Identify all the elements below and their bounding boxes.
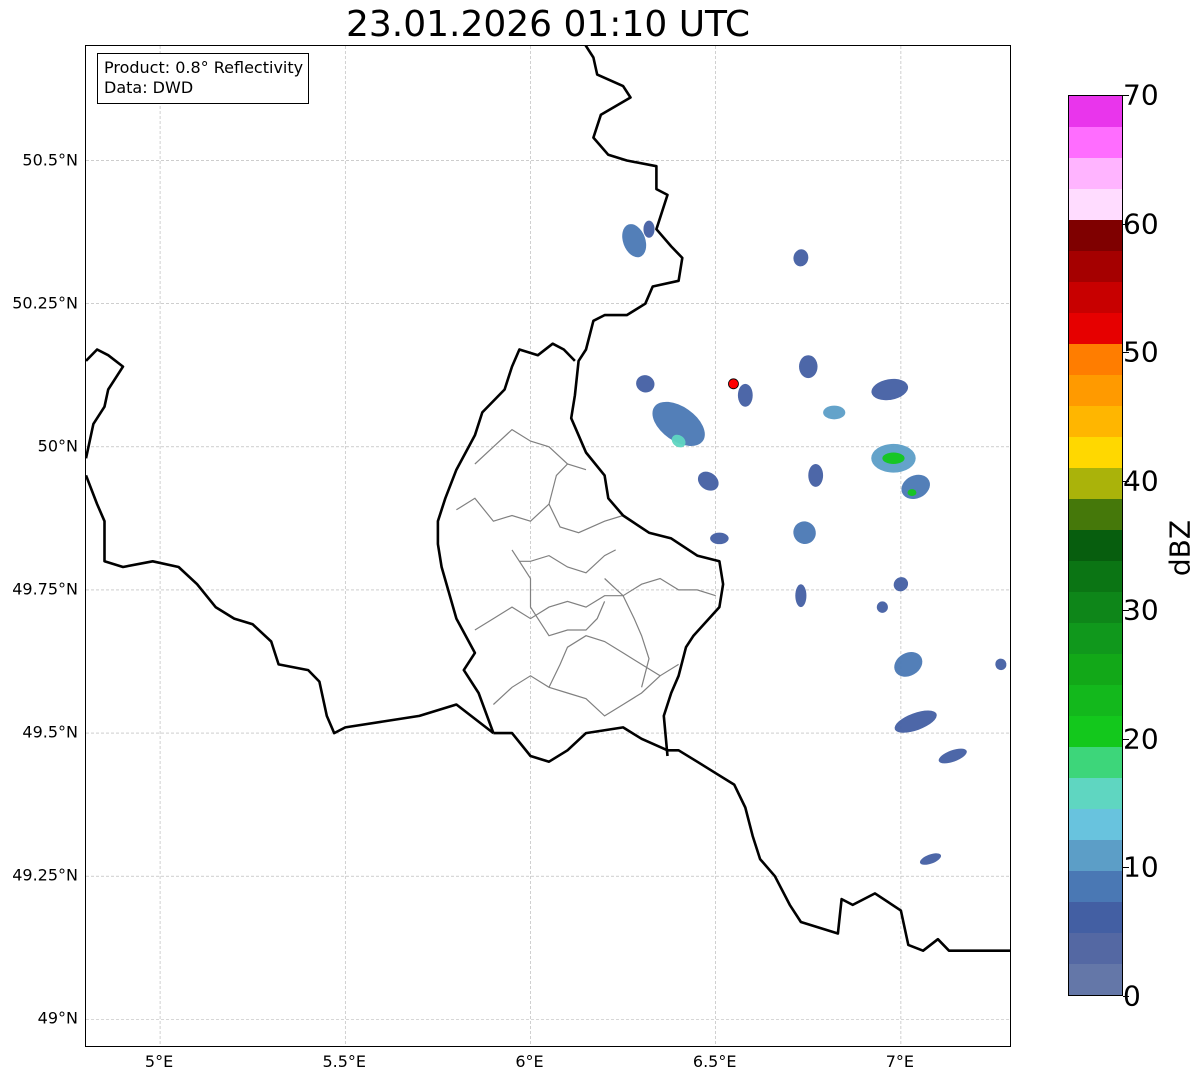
colorbar-step — [1069, 406, 1122, 437]
colorbar-step — [1069, 778, 1122, 809]
echo-cell — [938, 748, 967, 764]
country-border — [493, 726, 1010, 952]
country-border — [569, 46, 725, 757]
radar-site-layer — [728, 378, 739, 390]
colorbar-step — [1069, 716, 1122, 747]
echo-cell — [643, 220, 655, 238]
admin-border — [519, 549, 616, 574]
colorbar-label: dBZ — [1163, 519, 1197, 577]
echo-cell — [737, 383, 753, 407]
colorbar-step — [1069, 623, 1122, 654]
info-box: Product: 0.8° Reflectivity Data: DWD — [97, 53, 310, 104]
lon-tick-label: 7°E — [885, 1052, 915, 1071]
lon-tick-label: 6°E — [515, 1052, 544, 1071]
colorbar-step — [1069, 902, 1122, 933]
colorbar-step — [1069, 127, 1122, 158]
colorbar-step — [1069, 871, 1122, 902]
colorbar-step — [1069, 220, 1122, 251]
radar-echoes — [622, 220, 1007, 865]
echo-cell — [697, 471, 719, 491]
colorbar-tick-label: 50 — [1123, 335, 1159, 369]
echo-cell — [795, 584, 807, 608]
colorbar-step — [1069, 282, 1122, 313]
colorbar-tick-label: 30 — [1123, 593, 1159, 627]
colorbar-step — [1069, 964, 1122, 995]
colorbar-step — [1069, 654, 1122, 685]
lat-tick-label: 49.25°N — [12, 865, 78, 885]
lat-tick-label: 50°N — [37, 436, 78, 456]
echo-cell — [894, 710, 937, 733]
lon-tick-label: 5.5°E — [322, 1052, 367, 1071]
page-title: 23.01.2026 01:10 UTC — [345, 4, 751, 45]
radar-site-marker[interactable] — [728, 378, 739, 390]
lon-tick-label: 6.5°E — [692, 1052, 737, 1071]
map-canvas[interactable] — [86, 46, 1011, 1047]
admin-border — [511, 549, 606, 637]
colorbar-step — [1069, 96, 1122, 127]
lat-tick-label: 49.5°N — [22, 722, 78, 742]
admin-border — [548, 503, 624, 534]
echo-cell — [793, 249, 809, 267]
lon-tick-label: 5°E — [144, 1052, 174, 1071]
colorbar-tick-label: 20 — [1123, 722, 1159, 756]
admin-border — [492, 663, 679, 717]
colorbar-step — [1069, 499, 1122, 530]
colorbar-tick-label: 40 — [1123, 464, 1159, 498]
colorbar-tick-label: 10 — [1123, 850, 1159, 884]
echo-cell — [808, 463, 824, 487]
admin-border — [474, 577, 716, 631]
colorbar-tick-label: 60 — [1123, 207, 1159, 241]
colorbar-step — [1069, 158, 1122, 189]
gridlines — [86, 46, 1010, 1046]
admin-borders — [456, 428, 716, 717]
echo-cell — [894, 651, 923, 677]
admin-border — [456, 463, 568, 522]
admin-border — [604, 578, 650, 688]
colorbar-step — [1069, 747, 1122, 778]
colorbar-step — [1069, 375, 1122, 406]
colorbar-step — [1069, 437, 1122, 468]
echo-cell — [882, 452, 905, 464]
colorbar-step — [1069, 530, 1122, 561]
echo-cell — [871, 378, 909, 401]
echo-cell — [919, 853, 942, 865]
country-borders — [86, 46, 1010, 952]
colorbar-step — [1069, 468, 1122, 499]
colorbar — [1068, 95, 1123, 996]
echo-cell — [793, 521, 816, 544]
colorbar-tick-label: 70 — [1123, 78, 1159, 112]
lat-tick-label: 50.25°N — [12, 293, 78, 313]
echo-cell — [876, 601, 888, 613]
lat-tick-label: 49°N — [37, 1008, 78, 1028]
echo-cell — [710, 532, 729, 545]
colorbar-step — [1069, 685, 1122, 716]
data-source-label: Data: DWD — [104, 78, 194, 97]
colorbar-step — [1069, 840, 1122, 871]
echo-cell — [901, 474, 930, 500]
product-label: Product: 0.8° Reflectivity — [104, 58, 304, 77]
colorbar-step — [1069, 933, 1122, 964]
echo-cell — [823, 405, 846, 420]
echo-cell — [907, 489, 917, 497]
lat-tick-label: 49.75°N — [12, 579, 78, 599]
colorbar-step — [1069, 561, 1122, 592]
colorbar-step — [1069, 809, 1122, 840]
country-border — [86, 348, 125, 459]
map-frame[interactable] — [85, 45, 1011, 1047]
country-border — [86, 474, 495, 735]
colorbar-step — [1069, 344, 1122, 375]
lat-tick-label: 50.5°N — [22, 150, 78, 169]
country-border — [436, 342, 576, 734]
colorbar-step — [1069, 592, 1122, 623]
colorbar-tick-label: 0 — [1123, 979, 1141, 1013]
colorbar-step — [1069, 313, 1122, 344]
echo-cell — [893, 577, 909, 592]
colorbar-step — [1069, 189, 1122, 220]
colorbar-step — [1069, 251, 1122, 282]
echo-cell — [636, 375, 655, 393]
echo-cell — [799, 355, 818, 379]
echo-cell — [995, 658, 1007, 671]
